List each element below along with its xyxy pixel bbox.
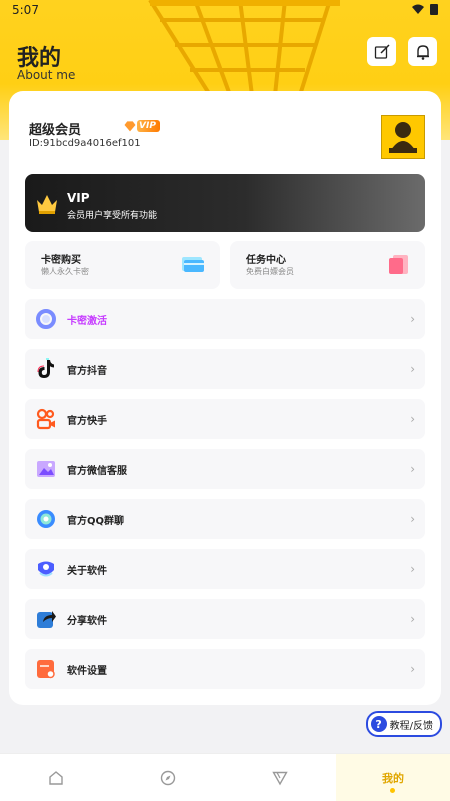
bottom-nav: 我的 [0,753,450,801]
status-icons [412,3,438,15]
vip-card[interactable]: VIP 会员用户享受所有功能 [25,174,425,232]
menu-label: 分享软件 [67,616,107,627]
task-center-title: 任务中心 [246,255,286,266]
task-icon [389,255,408,274]
qq-icon [37,510,55,528]
kuaishou-icon [36,408,55,430]
chevron-right-icon: › [410,412,415,426]
vip-card-desc: 会员用户享受所有功能 [67,211,158,221]
info-icon [38,561,54,577]
menu-item-card-activate[interactable]: 卡密激活 › [25,299,425,339]
menu-item-wechat-service[interactable]: 官方微信客服 › [25,449,425,489]
menu-item-share[interactable]: 分享软件 › [25,599,425,639]
edit-icon [374,43,390,59]
menu-item-about[interactable]: 关于软件 › [25,549,425,589]
crown-icon [37,195,57,214]
feedback-label: 教程/反馈 [389,720,433,732]
bell-icon [416,44,429,60]
tiktok-icon [37,358,54,378]
avatar[interactable] [381,115,425,159]
chevron-right-icon: › [410,462,415,476]
menu-label: 官方QQ群聊 [67,516,125,527]
wifi-icon [412,4,424,14]
tutorial-feedback-button[interactable]: ? 教程/反馈 [365,711,442,737]
vip-tag: VIP [137,120,160,132]
nav-tab-home[interactable] [0,754,112,801]
menu-item-settings[interactable]: 软件设置 › [25,649,425,689]
edit-button[interactable] [367,37,396,66]
ring-icon [36,309,56,329]
task-center-button[interactable]: 任务中心 免费白嫖会员 [230,241,425,289]
menu-item-qq-group[interactable]: 官方QQ群聊 › [25,499,425,539]
page-subtitle: About me [17,68,76,82]
settings-icon [37,660,55,679]
triangle-icon [272,771,288,785]
diamond-icon [123,120,137,132]
active-indicator-dot [390,788,395,793]
menu-label: 官方快手 [67,416,107,427]
notification-button[interactable] [408,37,437,66]
chevron-right-icon: › [410,512,415,526]
menu-label: 关于软件 [67,566,107,577]
menu-label: 软件设置 [67,666,107,677]
card-purchase-title: 卡密购买 [41,255,81,266]
home-icon [49,770,63,785]
nav-tab-vector[interactable] [224,754,336,801]
menu-item-kuaishou[interactable]: 官方快手 › [25,399,425,439]
share-icon [37,611,56,628]
member-name: 超级会员 [29,123,82,138]
avatar-image [389,122,417,153]
vip-badge: VIP [123,120,160,132]
nav-tab-me[interactable]: 我的 [336,754,450,801]
status-time: 5:07 [12,3,39,17]
question-icon: ? [370,716,387,732]
chevron-right-icon: › [410,362,415,376]
compass-icon [160,770,176,785]
member-id: ID:91bcd9a4016ef101 [29,138,141,149]
menu-item-douyin[interactable]: 官方抖音 › [25,349,425,389]
card-icon [182,257,204,272]
task-center-desc: 免费白嫖会员 [246,267,294,276]
chevron-right-icon: › [410,662,415,676]
menu-label: 官方抖音 [67,366,107,377]
image-icon [37,461,55,477]
card-purchase-button[interactable]: 卡密购买 懒人永久卡密 [25,241,220,289]
chevron-right-icon: › [410,612,415,626]
chevron-right-icon: › [410,562,415,576]
nav-tab-discover[interactable] [112,754,224,801]
chevron-right-icon: › [410,312,415,326]
status-bar: 5:07 [0,0,450,20]
menu-label: 卡密激活 [67,316,107,327]
battery-icon [430,4,438,15]
menu-label: 官方微信客服 [67,466,127,477]
profile-card: 超级会员 VIP ID:91bcd9a4016ef101 VIP 会员用户享受所… [9,91,441,705]
card-purchase-desc: 懒人永久卡密 [41,267,89,276]
nav-tab-me-label: 我的 [382,771,404,785]
vip-card-title: VIP [67,191,90,205]
